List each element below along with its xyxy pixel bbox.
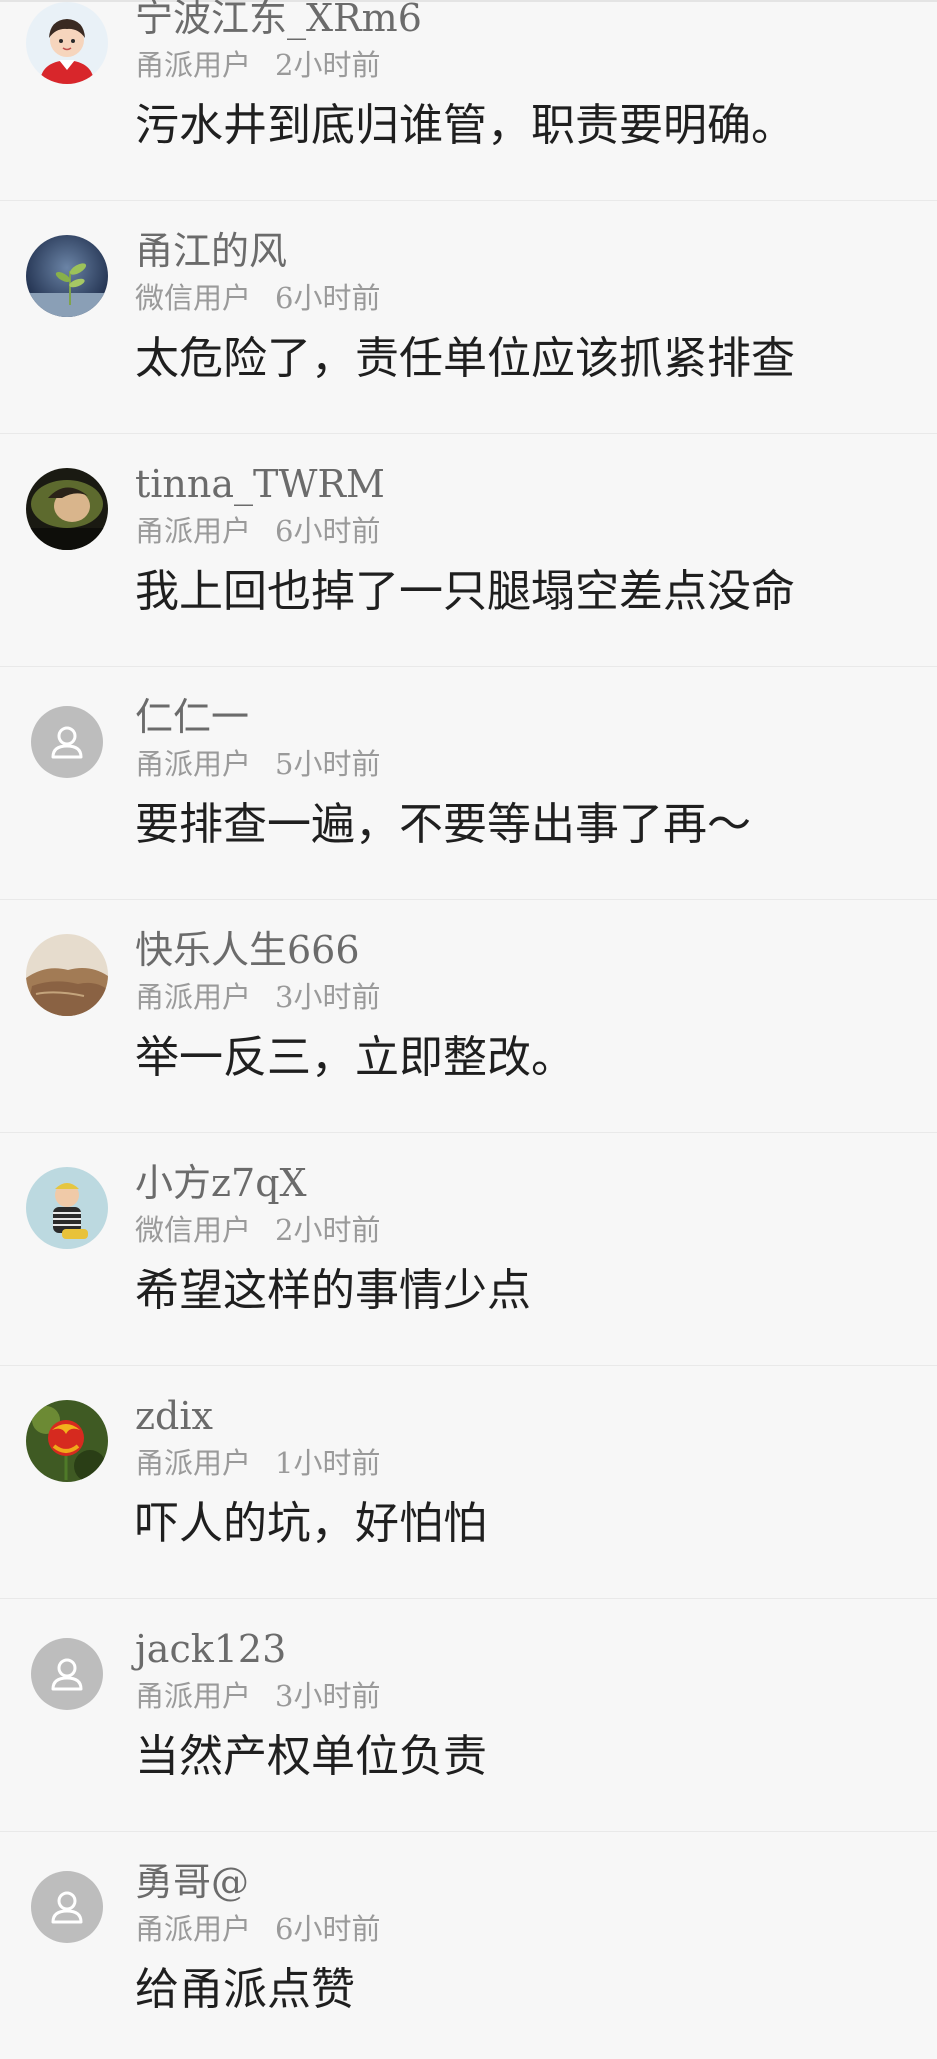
comment-text: 污水井到底归谁管，职责要明确。 [135,100,795,151]
user-name[interactable]: zdix [135,1394,213,1438]
comment-time: 6小时前 [275,514,381,548]
user-source: 微信用户 [135,281,252,315]
comment-item: 甬江的风 微信用户 6小时前 太危险了，责任单位应该抓紧排查 [0,201,937,434]
comment-meta: 甬派用户 3小时前 [135,1679,380,1713]
comment-meta: 甬派用户 6小时前 [135,1912,380,1946]
comment-time: 2小时前 [275,48,381,82]
comment-meta: 甬派用户 3小时前 [135,980,380,1014]
user-name[interactable]: 甬江的风 [135,229,287,273]
comment-item: 勇哥@ 甬派用户 6小时前 给甬派点赞 [0,1832,937,2059]
user-source: 甬派用户 [135,514,252,548]
user-name[interactable]: tinna_TWRM [135,462,385,506]
rock-photo-avatar[interactable] [26,934,108,1016]
comment-time: 3小时前 [275,1679,381,1713]
comment-text: 吓人的坑，好怕怕 [135,1498,487,1549]
comment-meta: 甬派用户 1小时前 [135,1446,380,1480]
comment-time: 2小时前 [275,1213,381,1247]
comment-list: 宁波江东_XRm6 甬派用户 2小时前 污水井到底归谁管，职责要明确。 甬江的风… [0,0,937,2059]
portrait-photo-avatar[interactable] [26,468,108,550]
user-source: 甬派用户 [135,980,252,1014]
comment-meta: 微信用户 2小时前 [135,1213,380,1247]
plant-photo-avatar[interactable] [26,235,108,317]
comment-meta: 甬派用户 6小时前 [135,514,380,548]
default-avatar[interactable] [26,1866,108,1948]
user-name[interactable]: 小方z7qX [135,1161,307,1205]
comment-time: 6小时前 [275,1912,381,1946]
user-name[interactable]: 仁仁一 [135,695,249,739]
comment-text: 我上回也掉了一只腿塌空差点没命 [135,566,795,617]
user-name[interactable]: 宁波江东_XRm6 [135,0,422,40]
user-source: 甬派用户 [135,1679,252,1713]
comment-text: 给甬派点赞 [135,1964,355,2015]
comment-item: 宁波江东_XRm6 甬派用户 2小时前 污水井到底归谁管，职责要明确。 [0,0,937,201]
baby-photo-avatar[interactable] [26,1167,108,1249]
comment-item: 仁仁一 甬派用户 5小时前 要排查一遍，不要等出事了再～ [0,667,937,900]
comment-item: 小方z7qX 微信用户 2小时前 希望这样的事情少点 [0,1133,937,1366]
user-source: 微信用户 [135,1213,252,1247]
default-avatar[interactable] [26,701,108,783]
comment-text: 当然产权单位负责 [135,1731,487,1782]
comment-time: 5小时前 [275,747,381,781]
comment-item: jack123 甬派用户 3小时前 当然产权单位负责 [0,1599,937,1832]
comment-meta: 甬派用户 5小时前 [135,747,380,781]
comment-item: zdix 甬派用户 1小时前 吓人的坑，好怕怕 [0,1366,937,1599]
comment-time: 1小时前 [275,1446,381,1480]
comment-item: tinna_TWRM 甬派用户 6小时前 我上回也掉了一只腿塌空差点没命 [0,434,937,667]
user-name[interactable]: 快乐人生666 [135,928,360,972]
comment-text: 要排查一遍，不要等出事了再～ [135,799,751,850]
comment-meta: 甬派用户 2小时前 [135,48,380,82]
user-name[interactable]: jack123 [135,1627,286,1671]
comment-text: 希望这样的事情少点 [135,1265,531,1316]
default-avatar[interactable] [26,1633,108,1715]
user-source: 甬派用户 [135,1446,252,1480]
comment-item: 快乐人生666 甬派用户 3小时前 举一反三，立即整改。 [0,900,937,1133]
user-source: 甬派用户 [135,1912,252,1946]
user-source: 甬派用户 [135,48,252,82]
comment-time: 6小时前 [275,281,381,315]
comment-meta: 微信用户 6小时前 [135,281,380,315]
user-name[interactable]: 勇哥@ [135,1860,249,1904]
cartoon-avatar[interactable] [26,2,108,84]
user-source: 甬派用户 [135,747,252,781]
flower-photo-avatar[interactable] [26,1400,108,1482]
comment-time: 3小时前 [275,980,381,1014]
comment-text: 太危险了，责任单位应该抓紧排查 [135,333,795,384]
comment-text: 举一反三，立即整改。 [135,1032,575,1083]
